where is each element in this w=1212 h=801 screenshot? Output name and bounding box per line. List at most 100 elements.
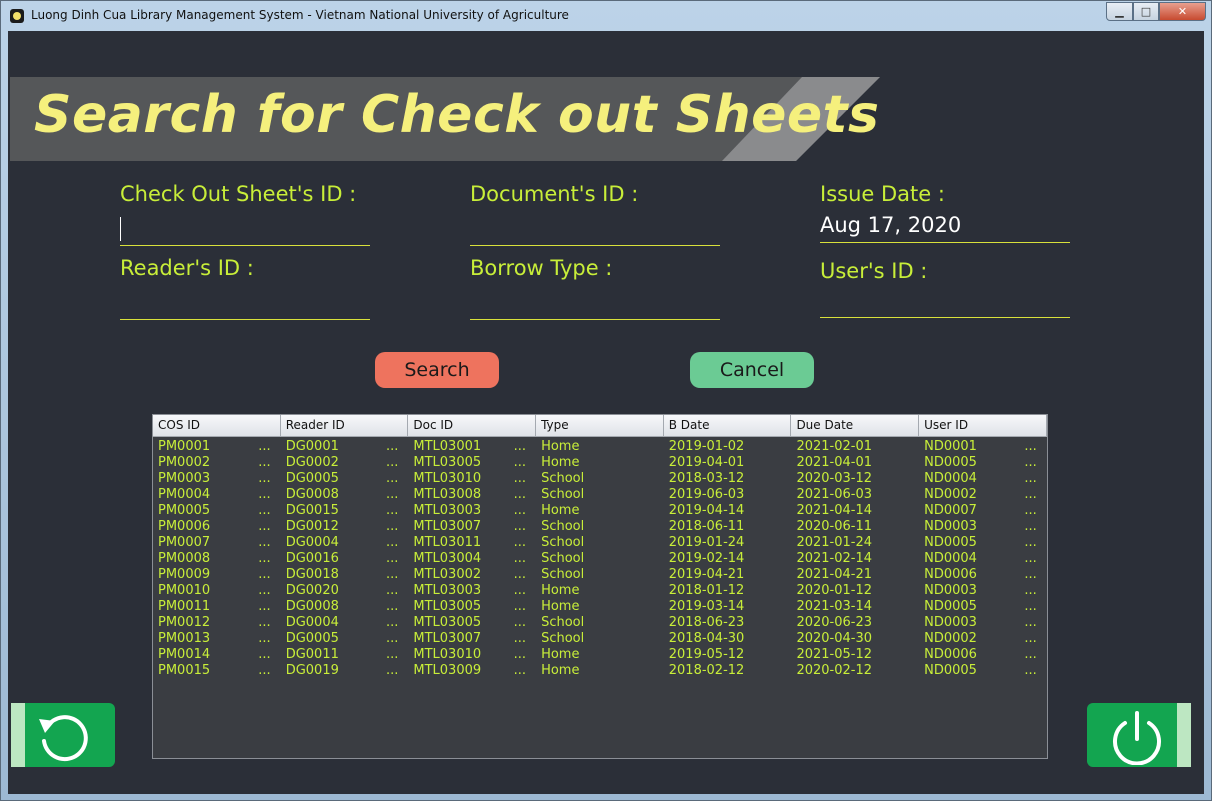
checkout-id-label: Check Out Sheet's ID : <box>120 182 357 206</box>
minimize-button[interactable]: ▁ <box>1106 2 1133 21</box>
table-row[interactable]: PM0005DG0015MTL03003 Home 2019-04-14 2021-0… <box>153 503 1047 519</box>
table-cell: 2019-04-01 <box>668 455 745 470</box>
table-cell: 2018-06-23 <box>668 615 745 630</box>
table-cell: MTL03009 <box>408 663 536 679</box>
table-cell: 2018-03-12 <box>668 471 745 486</box>
table-cell: PM0014 <box>153 647 281 663</box>
borrow-type-field[interactable] <box>470 285 720 320</box>
cancel-button[interactable]: Cancel <box>690 352 814 388</box>
table-row[interactable]: PM0006DG0012MTL03007 School 2018-06-11 2020… <box>153 519 1047 535</box>
exit-button-stripe <box>1177 703 1191 767</box>
table-cell: ND0005 <box>919 455 1047 471</box>
checkout-id-field[interactable] <box>120 211 370 246</box>
table-row[interactable]: PM0004DG0008MTL03008 School 2019-06-03 2021… <box>153 487 1047 503</box>
table-cell: 2020-02-12 <box>796 663 872 678</box>
table-row[interactable]: PM0001DG0001MTL03001 Home 2019-01-02 2021-0… <box>153 439 1047 455</box>
column-header[interactable]: Type <box>536 415 664 436</box>
table-cell: ND0002 <box>919 487 1047 503</box>
table-cell: PM0001 <box>153 439 281 455</box>
table-cell: 2019-01-24 <box>668 535 745 550</box>
table-cell: 2021-02-14 <box>796 551 872 566</box>
table-row[interactable]: PM0015DG0019MTL03009 Home 2018-02-12 2020-0… <box>153 663 1047 679</box>
table-cell: Home <box>541 599 580 614</box>
table-row[interactable]: PM0007DG0004MTL03011 School 2019-01-24 2021… <box>153 535 1047 551</box>
reader-id-label: Reader's ID : <box>120 256 254 280</box>
table-cell: MTL03011 <box>408 535 536 551</box>
column-header[interactable]: Doc ID <box>408 415 537 436</box>
table-cell: PM0011 <box>153 599 281 615</box>
table-cell: 2021-06-03 <box>796 487 872 502</box>
title-bar[interactable]: Luong Dinh Cua Library Management System… <box>1 1 1211 31</box>
table-cell: 2018-06-11 <box>668 519 745 534</box>
column-header[interactable]: B Date <box>664 415 792 436</box>
table-row[interactable]: PM0010DG0020MTL03003 Home 2018-01-12 2020-0… <box>153 583 1047 599</box>
document-id-field[interactable] <box>470 211 720 246</box>
table-cell: DG0002 <box>281 455 409 471</box>
table-row[interactable]: PM0011DG0008MTL03005 Home 2019-03-14 2021-0… <box>153 599 1047 615</box>
table-cell: PM0007 <box>153 535 281 551</box>
search-button[interactable]: Search <box>375 352 499 388</box>
table-row[interactable]: PM0014DG0011MTL03010 Home 2019-05-12 2021-0… <box>153 647 1047 663</box>
table-row[interactable]: PM0002DG0002MTL03005 Home 2019-04-01 2021-0… <box>153 455 1047 471</box>
table-cell: School <box>541 471 585 486</box>
table-cell: MTL03005 <box>408 455 536 471</box>
table-cell: MTL03002 <box>408 567 536 583</box>
table-cell: PM0010 <box>153 583 281 599</box>
column-header[interactable]: Reader ID <box>281 415 409 436</box>
header-banner: Search for Check out Sheets <box>10 77 880 161</box>
table-cell: ND0003 <box>919 583 1047 599</box>
table-cell: DG0005 <box>281 631 409 647</box>
issue-date-field[interactable]: Aug 17, 2020 <box>820 208 1070 243</box>
table-cell: DG0008 <box>281 599 409 615</box>
checkout-sheets-table[interactable]: COS ID Reader ID Doc ID Type B Date Due Date U… <box>152 414 1048 759</box>
table-row[interactable]: PM0008DG0016MTL03004 School 2019-02-14 2021… <box>153 551 1047 567</box>
table-cell: Home <box>541 583 580 598</box>
table-cell: 2021-01-24 <box>796 535 872 550</box>
table-cell: Home <box>541 455 580 470</box>
table-cell: PM0008 <box>153 551 281 567</box>
column-header[interactable]: COS ID <box>153 415 281 436</box>
table-cell: ND0006 <box>919 647 1047 663</box>
table-cell: 2018-04-30 <box>668 631 745 646</box>
table-cell: PM0006 <box>153 519 281 535</box>
table-cell: DG0016 <box>281 551 409 567</box>
table-row[interactable]: PM0013DG0005MTL03007 School 2018-04-30 2020… <box>153 631 1047 647</box>
table-cell: 2018-01-12 <box>668 583 745 598</box>
table-cell: 2019-05-12 <box>668 647 745 662</box>
table-cell: 2019-04-14 <box>668 503 745 518</box>
table-cell: ND0004 <box>919 551 1047 567</box>
reader-id-field[interactable] <box>120 285 370 320</box>
table-cell: MTL03010 <box>408 471 536 487</box>
table-cell: MTL03007 <box>408 631 536 647</box>
document-id-label: Document's ID : <box>470 182 639 206</box>
table-cell: MTL03005 <box>408 599 536 615</box>
page-title: Search for Check out Sheets <box>34 85 880 145</box>
table-cell: 2020-06-23 <box>796 615 872 630</box>
table-row[interactable]: PM0009DG0018MTL03002 School 2019-04-21 2021… <box>153 567 1047 583</box>
back-button[interactable] <box>11 703 115 767</box>
table-cell: School <box>541 615 585 630</box>
power-icon <box>1113 711 1161 765</box>
user-id-label: User's ID : <box>820 259 928 283</box>
minimize-icon: ▁ <box>1115 5 1124 18</box>
column-header[interactable]: User ID <box>919 415 1047 436</box>
table-row[interactable]: PM0012DG0004MTL03005 School 2018-06-23 2020… <box>153 615 1047 631</box>
close-button[interactable]: ✕ <box>1159 2 1206 21</box>
table-cell: DG0004 <box>281 615 409 631</box>
table-cell: DG0005 <box>281 471 409 487</box>
table-cell: ND0002 <box>919 631 1047 647</box>
table-cell: School <box>541 519 585 534</box>
table-header: COS ID Reader ID Doc ID Type B Date Due Date U… <box>153 415 1047 437</box>
table-cell: ND0007 <box>919 503 1047 519</box>
table-cell: Home <box>541 663 580 678</box>
table-body: PM0001DG0001MTL03001 Home 2019-01-02 2021-0… <box>153 437 1047 679</box>
window-controls: ▁ □ ✕ <box>1106 2 1206 21</box>
table-cell: School <box>541 487 585 502</box>
exit-button[interactable] <box>1087 703 1191 767</box>
table-cell: DG0008 <box>281 487 409 503</box>
table-cell: MTL03008 <box>408 487 536 503</box>
maximize-button[interactable]: □ <box>1133 2 1159 21</box>
table-row[interactable]: PM0003DG0005MTL03010 School 2018-03-12 2020… <box>153 471 1047 487</box>
user-id-field[interactable] <box>820 283 1070 318</box>
column-header[interactable]: Due Date <box>791 415 920 436</box>
